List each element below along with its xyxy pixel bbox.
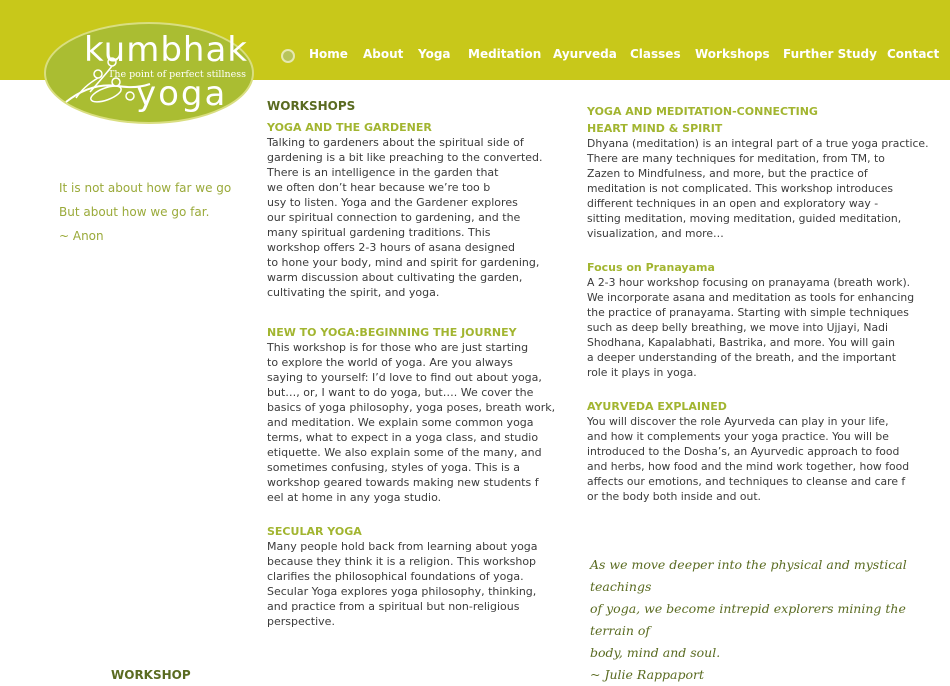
- body-line: different techniques in an open and expl…: [587, 197, 879, 210]
- body-line: and herbs, how food and the mind work to…: [587, 460, 910, 473]
- body-line: many spiritual gardening traditions. Thi…: [267, 226, 491, 239]
- section-title-meditation: YOGA AND MEDITATION-CONNECTING HEART MIN…: [587, 103, 818, 137]
- body-line: and meditation. We explain some common y…: [267, 416, 534, 429]
- nav-classes[interactable]: Classes: [630, 47, 681, 61]
- body-line: Shodhana, Kapalabhati, Bastrika, and mor…: [587, 336, 895, 349]
- section-title-yoga-gardener: YOGA AND THE GARDENER: [267, 121, 432, 134]
- body-line: our spiritual connection to gardening, a…: [267, 211, 521, 224]
- nav-bullet-icon: [281, 49, 295, 63]
- body-line: basics of yoga philosophy, yoga poses, b…: [267, 401, 556, 414]
- body-line: Dhyana (meditation) is an integral part …: [587, 137, 929, 150]
- right-quote-line: of yoga, we become intrepid explorers mi…: [590, 601, 906, 638]
- body-line: a deeper understanding of the breath, an…: [587, 351, 896, 364]
- section-body-pranayama: A 2-3 hour workshop focusing on pranayam…: [587, 275, 947, 380]
- body-line: introduced to the Dosha’s, an Ayurvedic …: [587, 445, 900, 458]
- body-line: usy to listen. Yoga and the Gardener exp…: [267, 196, 518, 209]
- body-line: terms, what to expect in a yoga class, a…: [267, 431, 539, 444]
- body-line: role it plays in yoga.: [587, 366, 697, 379]
- nav-about[interactable]: About: [363, 47, 403, 61]
- section-title-pranayama: Focus on Pranayama: [587, 261, 715, 274]
- section-body-meditation: Dhyana (meditation) is an integral part …: [587, 136, 947, 241]
- logo-text-kumbhak: kumbhak: [84, 30, 248, 70]
- logo-text-yoga: yoga: [136, 74, 228, 114]
- body-line: or the body both inside and out.: [587, 490, 761, 503]
- body-line: visualization, and more…: [587, 227, 724, 240]
- right-quote: As we move deeper into the physical and …: [590, 554, 945, 686]
- right-quote-line: As we move deeper into the physical and …: [590, 557, 907, 594]
- nav-ayurveda[interactable]: Ayurveda: [553, 47, 617, 61]
- site-logo[interactable]: kumbhak The point of perfect stillness y…: [44, 22, 254, 124]
- body-line: Secular Yoga explores yoga philosophy, t…: [267, 585, 537, 598]
- body-line: Many people hold back from learning abou…: [267, 540, 538, 553]
- body-line: workshop offers 2-3 hours of asana desig…: [267, 241, 516, 254]
- body-line: eel at home in any yoga studio.: [267, 491, 442, 504]
- nav-further-study[interactable]: Further Study: [783, 47, 877, 61]
- page-title: WORKSHOPS: [267, 99, 356, 113]
- body-line: workshop geared towards making new stude…: [267, 476, 539, 489]
- section-body-yoga-gardener: Talking to gardeners about the spiritual…: [267, 135, 567, 300]
- body-line: such as deep belly breathing, we move in…: [587, 321, 888, 334]
- body-line: we often don’t hear because we’re too b: [267, 181, 491, 194]
- body-line: clarifies the philosophical foundations …: [267, 570, 524, 583]
- body-line: affects our emotions, and techniques to …: [587, 475, 906, 488]
- footer-title: WORKSHOP: [111, 668, 191, 682]
- nav-yoga[interactable]: Yoga: [418, 47, 451, 61]
- body-line: You will discover the role Ayurveda can …: [587, 415, 889, 428]
- body-line: to explore the world of yoga. Are you al…: [267, 356, 513, 369]
- body-line: because they think it is a religion. Thi…: [267, 555, 537, 568]
- body-line: A 2-3 hour workshop focusing on pranayam…: [587, 276, 911, 289]
- left-quote-line: It is not about how far we go: [59, 181, 232, 195]
- body-line: and practice from a spiritual but non-re…: [267, 600, 520, 613]
- body-line: but…, or, I want to do yoga, but…. We co…: [267, 386, 534, 399]
- body-line: and how it complements your yoga practic…: [587, 430, 889, 443]
- section-title-ayurveda: AYURVEDA EXPLAINED: [587, 400, 727, 413]
- body-line: Zazen to Mindfulness, and more, but the …: [587, 167, 868, 180]
- nav-contact[interactable]: Contact: [887, 47, 939, 61]
- body-line: meditation is not complicated. This work…: [587, 182, 893, 195]
- title-line: YOGA AND MEDITATION-CONNECTING: [587, 105, 818, 118]
- body-line: There are many techniques for meditation…: [587, 152, 885, 165]
- nav-workshops[interactable]: Workshops: [695, 47, 770, 61]
- section-body-secular-yoga: Many people hold back from learning abou…: [267, 539, 567, 629]
- title-line: HEART MIND & SPIRIT: [587, 122, 723, 135]
- body-line: cultivating the spirit, and yoga.: [267, 286, 440, 299]
- left-quote: It is not about how far we go But about …: [59, 176, 249, 248]
- body-line: perspective.: [267, 615, 335, 628]
- left-quote-author: ~ Anon: [59, 229, 104, 243]
- body-line: sometimes confusing, styles of yoga. Thi…: [267, 461, 521, 474]
- body-line: This workshop is for those who are just …: [267, 341, 529, 354]
- body-line: We incorporate asana and meditation as t…: [587, 291, 915, 304]
- body-line: There is an intelligence in the garden t…: [267, 166, 499, 179]
- body-line: Talking to gardeners about the spiritual…: [267, 136, 524, 149]
- body-line: the practice of pranayama. Starting with…: [587, 306, 909, 319]
- body-line: saying to yourself: I’d love to find out…: [267, 371, 542, 384]
- body-line: gardening is a bit like preaching to the…: [267, 151, 543, 164]
- body-line: etiquette. We also explain some of the m…: [267, 446, 542, 459]
- section-title-new-to-yoga: NEW TO YOGA:BEGINNING THE JOURNEY: [267, 326, 517, 339]
- section-body-new-to-yoga: This workshop is for those who are just …: [267, 340, 567, 505]
- section-body-ayurveda: You will discover the role Ayurveda can …: [587, 414, 947, 504]
- body-line: sitting meditation, moving meditation, g…: [587, 212, 902, 225]
- nav-home[interactable]: Home: [309, 47, 348, 61]
- right-quote-line: body, mind and soul.: [590, 645, 721, 660]
- left-quote-line: But about how we go far.: [59, 205, 210, 219]
- section-title-secular-yoga: SECULAR YOGA: [267, 525, 362, 538]
- right-quote-author: ~ Julie Rappaport: [590, 667, 705, 682]
- nav-meditation[interactable]: Meditation: [468, 47, 541, 61]
- body-line: to hone your body, mind and spirit for g…: [267, 256, 540, 269]
- body-line: warm discussion about cultivating the ga…: [267, 271, 523, 284]
